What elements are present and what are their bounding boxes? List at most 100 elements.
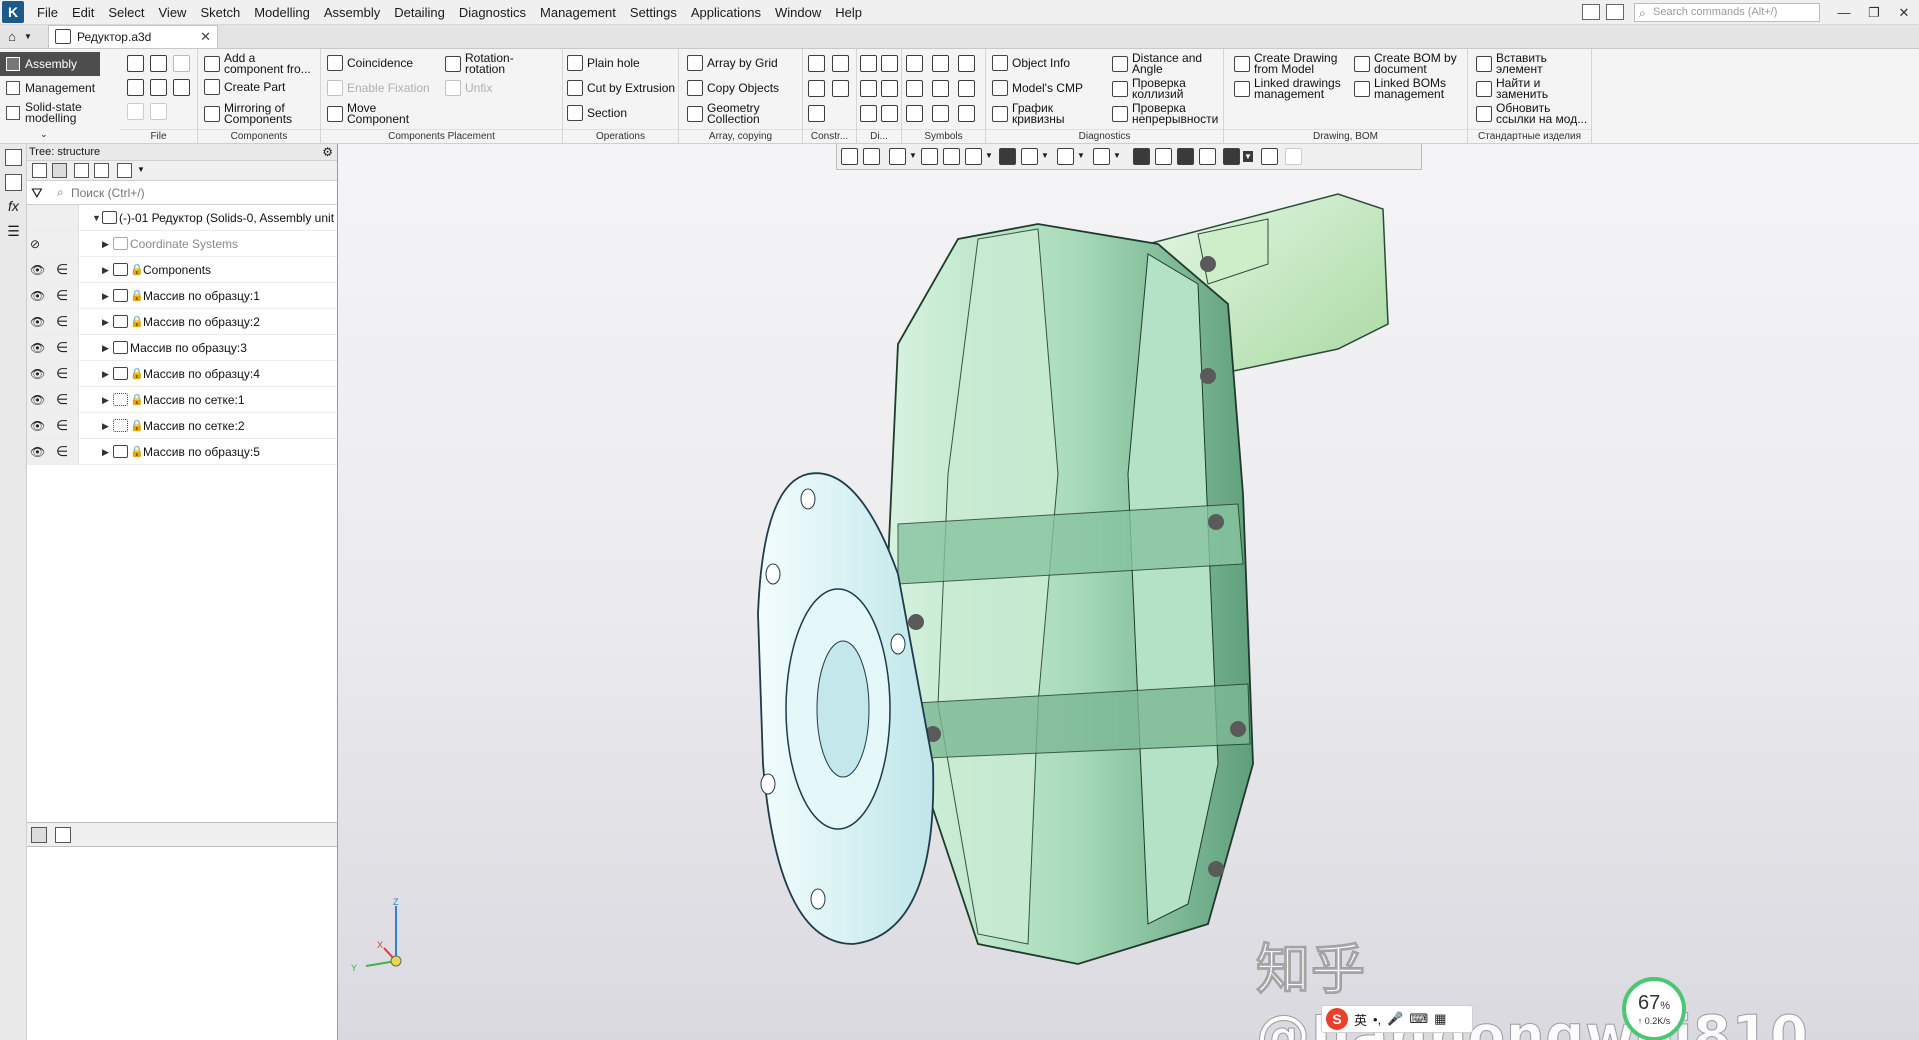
- undo-icon[interactable]: [127, 103, 144, 120]
- 3d-viewport[interactable]: ▼ ▼ ▼ ▼ ▼ ▼ Z Y X: [338, 144, 1919, 1040]
- open-folder-icon[interactable]: [150, 55, 167, 72]
- linked-drawings-button[interactable]: Linked drawings management: [1234, 77, 1341, 100]
- eye-icon[interactable]: 👁: [30, 263, 45, 277]
- expand-arrow-icon[interactable]: ▶: [102, 265, 109, 276]
- kompas-logo-icon[interactable]: K: [2, 1, 24, 23]
- menu-sketch[interactable]: Sketch: [193, 0, 247, 25]
- collapse-arrow-icon[interactable]: ▼: [92, 213, 101, 223]
- menu-diagnostics[interactable]: Diagnostics: [452, 0, 533, 25]
- save-icon[interactable]: [173, 55, 190, 72]
- microphone-icon[interactable]: 🎤: [1387, 1011, 1403, 1027]
- eye-icon[interactable]: 👁: [30, 445, 45, 459]
- expand-arrow-icon[interactable]: ▶: [102, 239, 109, 250]
- continuity-button[interactable]: Проверка непрерывности: [1112, 102, 1218, 125]
- menu-applications[interactable]: Applications: [684, 0, 768, 25]
- eye-icon[interactable]: 👁: [30, 315, 45, 329]
- redo-icon[interactable]: [150, 103, 167, 120]
- tree-view-mode-icon[interactable]: [32, 163, 47, 178]
- symbol-position-icon[interactable]: [906, 105, 923, 122]
- expand-arrow-icon[interactable]: ▶: [102, 421, 109, 432]
- symbol-roughness-icon[interactable]: [906, 55, 923, 72]
- tree-row-pattern-2[interactable]: 👁 ∈ ▶ 🔒 Массив по образцу:2: [27, 309, 337, 335]
- create-bom-button[interactable]: Create BOM by document: [1354, 52, 1457, 75]
- tree-structure-icon[interactable]: [52, 163, 67, 178]
- collisions-button[interactable]: Проверка коллизий: [1112, 77, 1186, 100]
- tree-row-grid-array-1[interactable]: 👁 ∈ ▶ 🔒 Массив по сетке:1: [27, 387, 337, 413]
- ribbon-tab-solid-state[interactable]: Solid-state modelling: [0, 101, 100, 125]
- menu-window[interactable]: Window: [768, 0, 828, 25]
- close-window-button[interactable]: ✕: [1886, 0, 1919, 25]
- include-icon[interactable]: ∈: [56, 313, 68, 330]
- properties-panel-icon[interactable]: [5, 174, 22, 191]
- object-info-button[interactable]: Object Info: [992, 55, 1070, 71]
- dimension-chain-icon[interactable]: [881, 105, 898, 122]
- gear-icon[interactable]: ⚙: [322, 144, 333, 161]
- ime-toolbar[interactable]: S 英 •, 🎤 ⌨ ▦: [1321, 1005, 1473, 1033]
- ribbon-tab-management[interactable]: Management: [0, 76, 100, 100]
- menu-file[interactable]: File: [30, 0, 65, 25]
- tree-panel-icon[interactable]: [5, 149, 22, 166]
- dimension-auto-icon[interactable]: [860, 105, 877, 122]
- preview-icon[interactable]: [150, 79, 167, 96]
- constr-plane-icon[interactable]: [808, 55, 825, 72]
- tree-row-grid-array-2[interactable]: 👁 ∈ ▶ 🔒 Массив по сетке:2: [27, 413, 337, 439]
- eye-icon[interactable]: 👁: [30, 393, 45, 407]
- include-icon[interactable]: ∈: [56, 287, 68, 304]
- ime-punct[interactable]: •,: [1373, 1012, 1381, 1027]
- tree-row-pattern-3[interactable]: 👁 ∈ ▶ Массив по образцу:3: [27, 335, 337, 361]
- tree-search-input[interactable]: [71, 184, 321, 202]
- menu-view[interactable]: View: [152, 0, 194, 25]
- new-document-icon[interactable]: [127, 55, 144, 72]
- tree-tab-list-icon[interactable]: [55, 827, 71, 843]
- tabs-dropdown-icon[interactable]: ▼: [24, 25, 38, 48]
- keyboard-icon[interactable]: ⌨: [1409, 1011, 1428, 1027]
- apps-grid-icon[interactable]: ▦: [1434, 1011, 1446, 1027]
- tree-row-coordinate-systems[interactable]: ⊘ ▶ Coordinate Systems: [27, 231, 337, 257]
- panel-layout-icon[interactable]: [1606, 4, 1624, 20]
- move-component-button[interactable]: Move Component: [327, 102, 409, 125]
- layers-icon[interactable]: ☰: [5, 224, 22, 241]
- create-drawing-button[interactable]: Create Drawing from Model: [1234, 52, 1337, 75]
- dimension-angle-icon[interactable]: [881, 55, 898, 72]
- funnel-icon[interactable]: ⛛: [31, 185, 43, 202]
- menu-management[interactable]: Management: [533, 0, 623, 25]
- tree-tab-structure-icon[interactable]: [31, 827, 47, 843]
- constr-point-icon[interactable]: [832, 80, 849, 97]
- constr-curve-icon[interactable]: [808, 105, 825, 122]
- eye-icon[interactable]: 👁: [30, 289, 45, 303]
- tree-row-pattern-1[interactable]: 👁 ∈ ▶ 🔒 Массив по образцу:1: [27, 283, 337, 309]
- unfix-button[interactable]: Unfix: [445, 80, 492, 96]
- tree-filter-icon[interactable]: [94, 163, 109, 178]
- document-tab[interactable]: Редуктор.a3d ✕: [48, 25, 218, 48]
- rotation-button[interactable]: Rotation- rotation: [445, 52, 514, 75]
- distance-angle-button[interactable]: Distance and Angle: [1112, 52, 1202, 75]
- create-part-button[interactable]: Create Part: [204, 79, 285, 95]
- dimension-diameter-icon[interactable]: [881, 80, 898, 97]
- menu-settings[interactable]: Settings: [623, 0, 684, 25]
- dimension-linear-icon[interactable]: [860, 55, 877, 72]
- gearbox-model[interactable]: [338, 144, 1919, 1040]
- symbol-leader-icon[interactable]: [906, 80, 923, 97]
- hidden-eye-icon[interactable]: ⊘: [30, 237, 40, 251]
- models-cmp-button[interactable]: Model's CMP: [992, 80, 1083, 96]
- tree-row-pattern-5[interactable]: 👁 ∈ ▶ 🔒 Массив по образцу:5: [27, 439, 337, 465]
- tree-options-dropdown-icon[interactable]: ▼: [137, 165, 145, 174]
- include-icon[interactable]: ∈: [56, 339, 68, 356]
- symbol-mark-icon[interactable]: [932, 80, 949, 97]
- close-tab-icon[interactable]: ✕: [200, 29, 211, 45]
- plain-hole-button[interactable]: Plain hole: [567, 55, 640, 71]
- tree-list-icon[interactable]: [117, 163, 132, 178]
- gearbox-body[interactable]: [887, 223, 1254, 965]
- section-button[interactable]: Section: [567, 105, 627, 121]
- eye-icon[interactable]: 👁: [30, 341, 45, 355]
- eye-icon[interactable]: 👁: [30, 419, 45, 433]
- include-icon[interactable]: ∈: [56, 391, 68, 408]
- eye-icon[interactable]: 👁: [30, 367, 45, 381]
- symbol-base-icon[interactable]: [932, 55, 949, 72]
- expand-arrow-icon[interactable]: ▶: [102, 343, 109, 354]
- cut-extrusion-button[interactable]: Cut by Extrusion: [567, 80, 675, 96]
- menu-help[interactable]: Help: [828, 0, 869, 25]
- expand-arrow-icon[interactable]: ▶: [102, 369, 109, 380]
- include-icon[interactable]: ∈: [56, 261, 68, 278]
- tree-root-row[interactable]: ▼ (-)-01 Редуктор (Solids-0, Assembly un…: [27, 205, 337, 231]
